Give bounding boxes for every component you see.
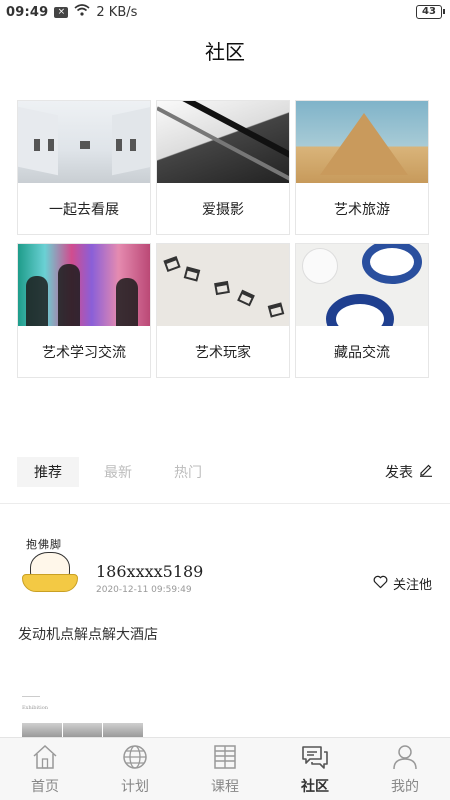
tab-hot[interactable]: 热门 bbox=[157, 457, 219, 487]
pyramid-image bbox=[296, 101, 428, 183]
nav-community[interactable]: 社区 bbox=[270, 738, 360, 800]
gallery-image bbox=[18, 101, 150, 183]
nav-home[interactable]: 首页 bbox=[0, 738, 90, 800]
nav-label: 计划 bbox=[121, 779, 149, 795]
nav-courses[interactable]: 课程 bbox=[180, 738, 270, 800]
category-label: 爱摄影 bbox=[202, 202, 244, 218]
tab-latest[interactable]: 最新 bbox=[87, 457, 149, 487]
category-grid: 一起去看展 爱摄影 艺术旅游 艺术学习交流 艺术玩家 藏品交流 bbox=[17, 100, 429, 378]
divider bbox=[0, 503, 450, 504]
status-time: 09:49 bbox=[6, 4, 49, 20]
category-card-art-learning[interactable]: 艺术学习交流 bbox=[17, 243, 151, 378]
category-card-art-players[interactable]: 艺术玩家 bbox=[156, 243, 290, 378]
category-label: 艺术旅游 bbox=[334, 202, 390, 218]
category-label: 艺术学习交流 bbox=[42, 345, 126, 361]
avatar[interactable]: 抱佛脚 bbox=[20, 534, 80, 594]
profile-icon bbox=[391, 744, 419, 774]
category-card-collections[interactable]: 藏品交流 bbox=[295, 243, 429, 378]
category-label: 一起去看展 bbox=[49, 202, 119, 218]
post-button-label: 发表 bbox=[385, 465, 413, 481]
tab-recommended[interactable]: 推荐 bbox=[17, 457, 79, 487]
bottom-nav: 首页 计划 课程 社区 我的 bbox=[0, 737, 450, 800]
notification-icon: × bbox=[54, 6, 69, 18]
nav-label: 课程 bbox=[211, 779, 239, 795]
escalator-image bbox=[157, 101, 289, 183]
category-card-photography[interactable]: 爱摄影 bbox=[156, 100, 290, 235]
post-username[interactable]: 186xxxx5189 bbox=[96, 562, 203, 581]
colorful-shadows-image bbox=[18, 244, 150, 326]
attachment-caption: Exhibition bbox=[22, 705, 48, 711]
post-attachment[interactable]: Exhibition bbox=[22, 696, 144, 738]
feed-tabs: 推荐 最新 热门 发表 bbox=[17, 456, 433, 488]
pencil-icon bbox=[413, 463, 433, 481]
home-icon bbox=[31, 744, 59, 774]
post-time: 2020-12-11 09:59:49 bbox=[96, 585, 192, 595]
category-label: 艺术玩家 bbox=[195, 345, 251, 361]
post-content: 发动机点解点解大酒店 bbox=[18, 627, 158, 643]
ceramics-image bbox=[296, 244, 428, 326]
follow-label: 关注他 bbox=[392, 578, 432, 593]
heart-icon bbox=[373, 575, 393, 593]
avatar-caption: 抱佛脚 bbox=[26, 538, 62, 551]
battery-icon: 43 bbox=[416, 5, 445, 19]
category-card-art-travel[interactable]: 艺术旅游 bbox=[295, 100, 429, 235]
follow-button[interactable]: 关注他 bbox=[373, 574, 432, 593]
nav-label: 首页 bbox=[31, 779, 59, 795]
nav-profile[interactable]: 我的 bbox=[360, 738, 450, 800]
category-card-exhibitions[interactable]: 一起去看展 bbox=[17, 100, 151, 235]
network-speed: 2 KB/s bbox=[96, 4, 138, 20]
status-bar: 09:49 × 2 KB/s 43 bbox=[0, 0, 450, 24]
nav-plan[interactable]: 计划 bbox=[90, 738, 180, 800]
wifi-icon bbox=[74, 4, 90, 20]
page-title: 社区 bbox=[205, 40, 245, 64]
category-label: 藏品交流 bbox=[334, 345, 390, 361]
post-button[interactable]: 发表 bbox=[385, 456, 433, 488]
nav-label: 我的 bbox=[391, 779, 419, 795]
course-icon bbox=[211, 744, 239, 774]
globe-icon bbox=[121, 744, 149, 774]
chairs-image bbox=[157, 244, 289, 326]
nav-label: 社区 bbox=[301, 779, 329, 795]
chat-icon bbox=[300, 744, 330, 774]
